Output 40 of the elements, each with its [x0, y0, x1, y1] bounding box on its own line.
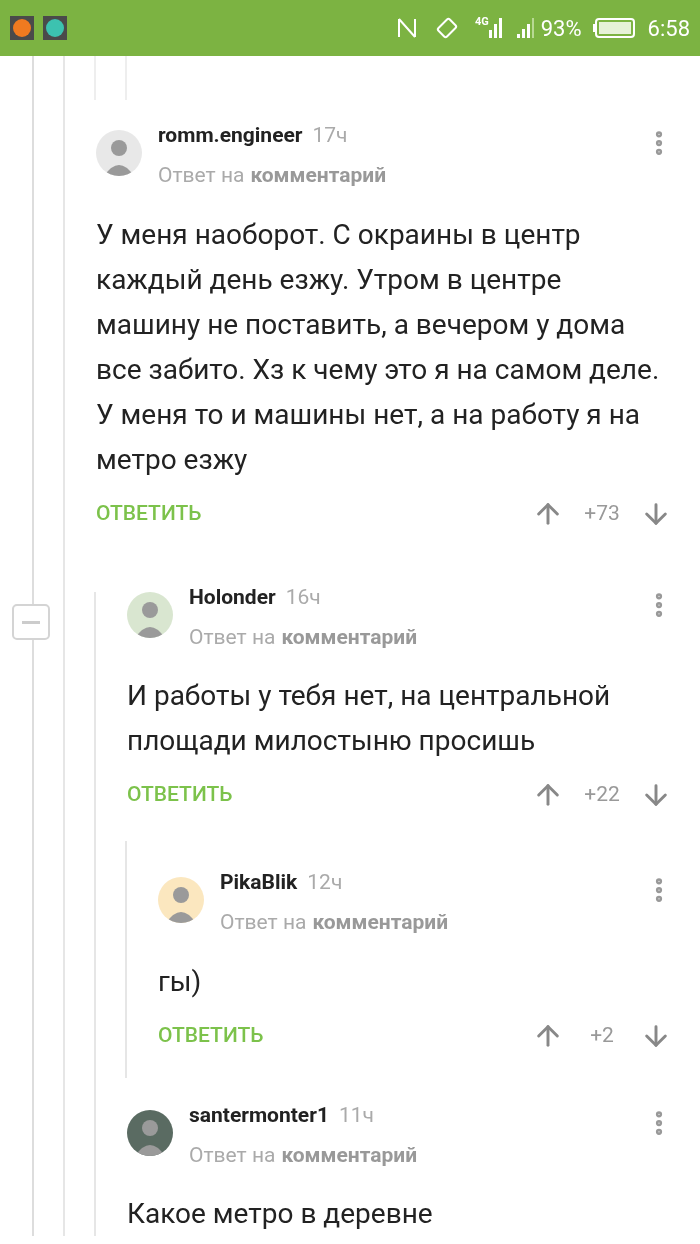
parent-comment-link[interactable]: комментарий [250, 160, 387, 192]
comment-text: гы) [158, 963, 203, 1000]
comment-text: У меня наоборот. С окраины в центр каждый день езжу. Утром в центре машину не поставить, а вечером у дома все забито. Хз к чему это я на самом деле. У меня то и машины нет, а на работу я на метро езжу [96, 216, 661, 478]
parent-comment-link[interactable]: комментарий [281, 621, 418, 653]
author-name[interactable]: PikaBlik [220, 867, 298, 899]
reply-button[interactable]: ОТВЕТИТЬ [96, 497, 202, 530]
app-icon [10, 16, 34, 40]
comment-text: Какое метро в деревне [127, 1196, 434, 1232]
clock: 6:58 [647, 14, 690, 43]
avatar [158, 877, 204, 923]
battery-icon [591, 17, 636, 39]
reply-button[interactable]: ОТВЕТИТЬ [158, 1019, 264, 1052]
network-type: 4G [474, 15, 489, 27]
score: +22 [583, 781, 621, 809]
reply-prefix: Ответ на [189, 623, 276, 651]
score: +73 [583, 499, 621, 527]
reply-prefix: Ответ на [220, 909, 307, 936]
avatar [127, 1109, 173, 1156]
reply-prefix: Ответ на [189, 1141, 276, 1169]
battery-percent: 93% [540, 14, 582, 43]
signal-icon [516, 16, 535, 40]
comment-time: 11ч [338, 1101, 374, 1129]
avatar [96, 130, 142, 176]
parent-comment-link[interactable]: комментарий [281, 1139, 418, 1171]
comment-text: И работы у тебя нет, на центральной площади милостыню просишь [127, 678, 612, 759]
reply-prefix: Ответ на [158, 162, 245, 189]
author-name[interactable]: santermonter1 [189, 1099, 329, 1131]
app-icon [43, 16, 67, 40]
comment-time: 12ч [307, 869, 343, 896]
author-name[interactable]: Holonder [189, 581, 276, 613]
author-name[interactable]: romm.engineer [158, 120, 303, 152]
avatar [127, 591, 173, 638]
nfc-icon [396, 17, 417, 39]
rotation-icon [434, 16, 459, 40]
score: +2 [589, 1021, 615, 1049]
comment-time: 16ч [285, 583, 321, 611]
signal-icon [488, 16, 503, 40]
parent-comment-link[interactable]: комментарий [312, 907, 449, 939]
comment-time: 17ч [312, 122, 348, 149]
reply-button[interactable]: ОТВЕТИТЬ [127, 779, 233, 811]
